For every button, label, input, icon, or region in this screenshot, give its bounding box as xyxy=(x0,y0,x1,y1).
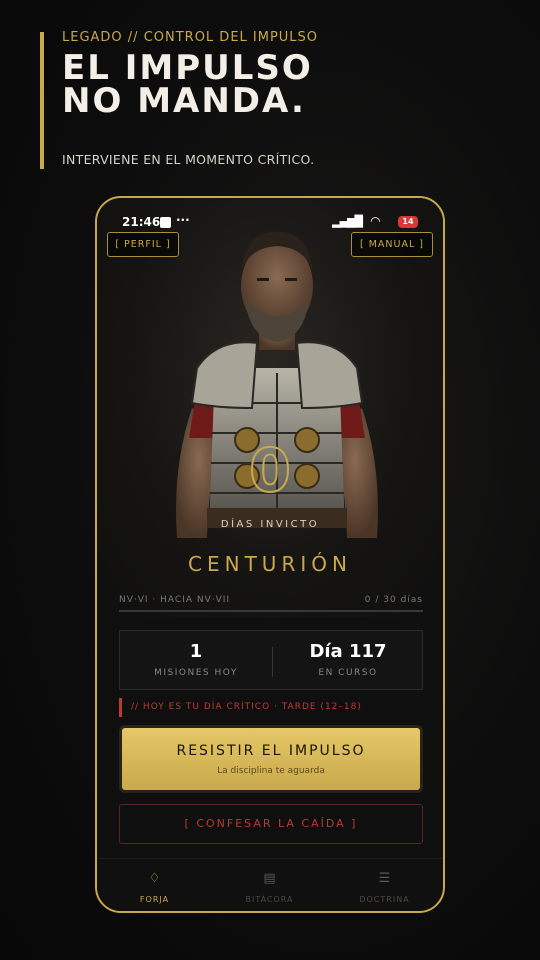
confess-fall-button[interactable]: [ CONFESAR LA CAÍDA ] xyxy=(119,804,423,844)
stat-day: Día 117 EN CURSO xyxy=(272,631,424,689)
status-bar: 21:46 ··· ▂▄▆█ ◠ 14 xyxy=(122,213,418,231)
manual-button[interactable]: [ MANUAL ] xyxy=(351,232,433,257)
streak-value: 0 xyxy=(248,435,292,507)
level-progress-text: 0 / 30 días xyxy=(364,595,423,605)
accent-bar xyxy=(40,32,44,169)
scroll-icon: ☰ xyxy=(378,871,391,886)
resist-impulse-button[interactable]: RESISTIR EL IMPULSO La disciplina te agu… xyxy=(122,728,420,790)
battery-icon: 14 xyxy=(398,216,418,228)
flame-icon: ♢ xyxy=(148,871,161,886)
headline: EL IMPULSO NO MANDA. xyxy=(62,51,482,121)
critical-day-alert: // HOY ES TU DÍA CRÍTICO · TARDE (12–18) xyxy=(119,698,423,717)
profile-button[interactable]: [ PERFIL ] xyxy=(107,232,179,257)
status-time: 21:46 xyxy=(122,215,161,229)
centurion-portrait xyxy=(176,231,378,538)
resist-button-title: RESISTIR EL IMPULSO xyxy=(176,743,366,759)
more-notifications-icon: ··· xyxy=(176,213,190,227)
level-label: NV·VI · HACIA NV·VII xyxy=(119,595,231,605)
headline-line-2: NO MANDA. xyxy=(62,81,306,121)
level-progress-bar xyxy=(119,610,423,612)
stats-panel: 1 MISIONES HOY Día 117 EN CURSO xyxy=(119,630,423,690)
stat-missions-value: 1 xyxy=(189,641,203,662)
kicker-text: LEGADO // CONTROL DEL IMPULSO xyxy=(62,30,319,45)
phone-mockup: 21:46 ··· ▂▄▆█ ◠ 14 [ PERFIL ] [ MANUAL … xyxy=(95,196,445,913)
hero-section: 21:46 ··· ▂▄▆█ ◠ 14 [ PERFIL ] [ MANUAL … xyxy=(97,198,443,618)
streak-label: DÍAS INVICTO xyxy=(220,519,320,530)
tagline: INTERVIENE EN EL MOMENTO CRÍTICO. xyxy=(62,152,315,167)
nav-item-forja[interactable]: ♢ FORJA xyxy=(97,859,212,911)
signal-icon: ▂▄▆█ xyxy=(332,215,363,228)
journal-icon: ▤ xyxy=(263,871,276,886)
stat-day-value: Día 117 xyxy=(309,641,387,662)
nav-label-bitacora: BITÁCORA xyxy=(245,895,294,904)
resist-button-subtitle: La disciplina te aguarda xyxy=(217,766,325,776)
notification-icon xyxy=(160,217,171,228)
stat-missions: 1 MISIONES HOY xyxy=(120,631,272,689)
stat-missions-label: MISIONES HOY xyxy=(154,668,238,678)
nav-item-doctrina[interactable]: ☰ DOCTRINA xyxy=(327,859,442,911)
nav-label-forja: FORJA xyxy=(139,895,170,904)
rank-title: CENTURIÓN xyxy=(188,552,352,576)
nav-label-doctrina: DOCTRINA xyxy=(359,895,410,904)
streak-counter: 0 xyxy=(97,435,443,507)
nav-item-bitacora[interactable]: ▤ BITÁCORA xyxy=(212,859,327,911)
wifi-icon: ◠ xyxy=(370,214,380,228)
stat-day-label: EN CURSO xyxy=(318,668,378,678)
bottom-nav: ♢ FORJA ▤ BITÁCORA ☰ DOCTRINA xyxy=(97,858,443,911)
